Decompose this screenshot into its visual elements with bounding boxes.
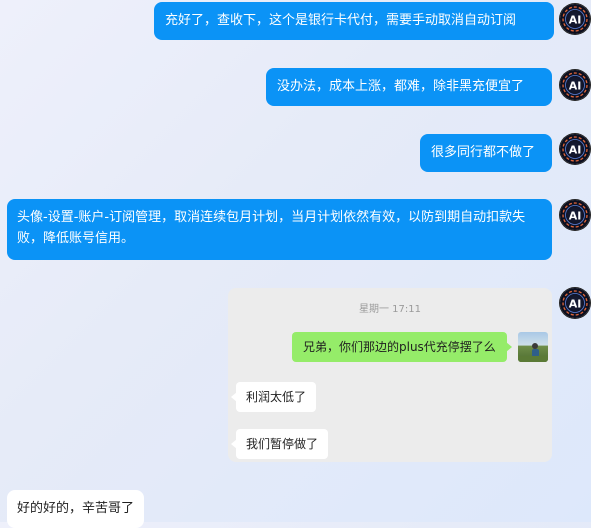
- person-photo-icon: [518, 343, 548, 362]
- message-text: 头像-设置-账户-订阅管理，取消连续包月计划，当月计划依然有效，以防到期自动扣款…: [17, 210, 526, 246]
- user-photo-avatar: [518, 332, 548, 362]
- message-text: 很多同行都不做了: [431, 145, 536, 160]
- message-bubble[interactable]: 充好了，查收下，这个是银行卡代付，需要手动取消自动订阅: [154, 2, 554, 40]
- incoming-message-bubble[interactable]: 好的好的，辛苦哥了: [7, 490, 145, 528]
- ai-avatar-icon: AI: [562, 6, 588, 32]
- ai-avatar[interactable]: AI: [560, 200, 590, 230]
- message-bubble[interactable]: 头像-设置-账户-订阅管理，取消连续包月计划，当月计划依然有效，以防到期自动扣款…: [7, 199, 552, 260]
- message-text: 好的好的，辛苦哥了: [17, 501, 135, 516]
- ai-avatar-icon: AI: [562, 202, 588, 228]
- svg-text:AI: AI: [569, 210, 582, 223]
- quoted-reply-text: 我们暂停做了: [246, 437, 319, 451]
- ai-avatar-icon: AI: [562, 136, 588, 162]
- message-text: 充好了，查收下，这个是银行卡代付，需要手动取消自动订阅: [165, 13, 517, 28]
- ai-avatar[interactable]: AI: [560, 288, 590, 318]
- ai-avatar[interactable]: AI: [560, 70, 590, 100]
- ai-avatar[interactable]: AI: [560, 4, 590, 34]
- quoted-chat-image[interactable]: 星期一 17:11 兄弟，你们那边的plus代充停摆了么 利润太低了 我们暂停做…: [228, 288, 552, 462]
- svg-text:AI: AI: [569, 144, 582, 157]
- message-text: 没办法，成本上涨，都难，除非黑充便宜了: [277, 79, 525, 94]
- svg-text:AI: AI: [569, 14, 582, 27]
- quoted-reply-bubble: 我们暂停做了: [230, 429, 329, 459]
- ai-avatar[interactable]: AI: [560, 134, 590, 164]
- ai-avatar-icon: AI: [562, 72, 588, 98]
- quoted-reply-text: 利润太低了: [246, 390, 307, 404]
- svg-text:AI: AI: [569, 298, 582, 311]
- svg-text:AI: AI: [569, 80, 582, 93]
- quoted-outgoing-bubble: 兄弟，你们那边的plus代充停摆了么: [292, 332, 512, 362]
- quoted-outgoing-text: 兄弟，你们那边的plus代充停摆了么: [303, 340, 496, 354]
- quoted-timestamp: 星期一 17:11: [359, 304, 421, 315]
- message-bubble[interactable]: 很多同行都不做了: [420, 134, 552, 172]
- message-bubble[interactable]: 没办法，成本上涨，都难，除非黑充便宜了: [266, 68, 552, 106]
- quoted-reply-bubble: 利润太低了: [230, 382, 317, 412]
- ai-avatar-icon: AI: [562, 290, 588, 316]
